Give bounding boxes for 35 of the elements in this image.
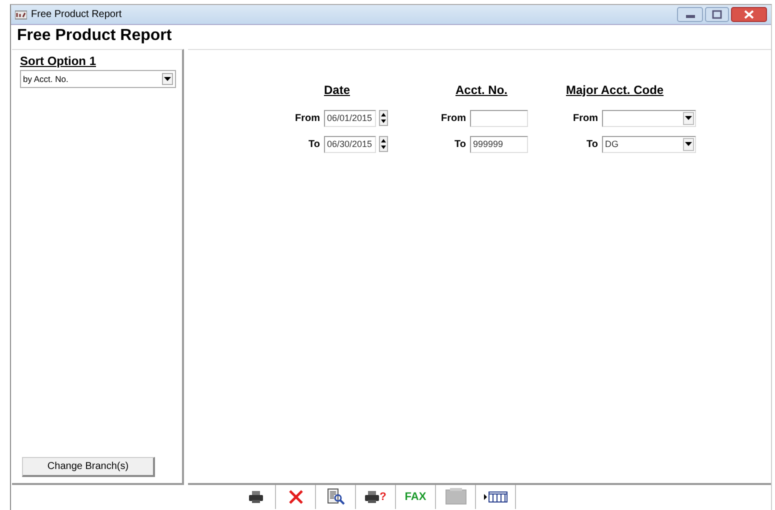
field-label: From <box>573 112 598 124</box>
column-heading: Major Acct. Code <box>566 83 665 97</box>
app-icon <box>15 10 27 20</box>
caret-icon <box>164 77 171 81</box>
maximize-icon[interactable] <box>705 7 729 22</box>
field-label: To <box>454 138 466 150</box>
cross-icon <box>288 490 302 504</box>
window-title: Free Product Report <box>31 9 123 20</box>
caret-icon <box>685 142 692 146</box>
sort-option-heading: Sort Option 1 <box>20 54 97 68</box>
field-label: From <box>441 112 466 124</box>
sort-by-dropdown[interactable]: by Acct. No. <box>20 70 176 88</box>
account-field[interactable]: 999999 <box>470 136 528 152</box>
spinner-icon[interactable] <box>379 110 388 126</box>
minimize-icon[interactable] <box>677 7 703 22</box>
caret-icon <box>685 116 692 120</box>
report-title: Free Product Report <box>17 27 173 45</box>
date-field[interactable]: 06/30/2015 <box>324 136 376 152</box>
change-branch-button[interactable]: Change Branch(s) <box>22 457 155 477</box>
close-icon[interactable] <box>731 7 767 22</box>
account-code-dropdown[interactable] <box>602 110 696 126</box>
table-icon <box>484 491 508 503</box>
field-label: To <box>586 138 598 150</box>
printer-icon <box>248 491 262 503</box>
printer-icon <box>364 491 379 503</box>
spinner-icon[interactable] <box>379 136 388 152</box>
field-label: To <box>308 138 320 150</box>
magnifier-document-icon <box>326 488 344 506</box>
account-code-dropdown[interactable]: DG <box>602 136 696 152</box>
column-heading: Date <box>322 83 351 97</box>
date-field[interactable]: 06/01/2015 <box>324 110 376 126</box>
field-label: From <box>295 112 320 124</box>
column-heading: Acct. No. <box>454 83 508 97</box>
account-field[interactable] <box>470 110 528 126</box>
folder-icon <box>444 488 466 506</box>
